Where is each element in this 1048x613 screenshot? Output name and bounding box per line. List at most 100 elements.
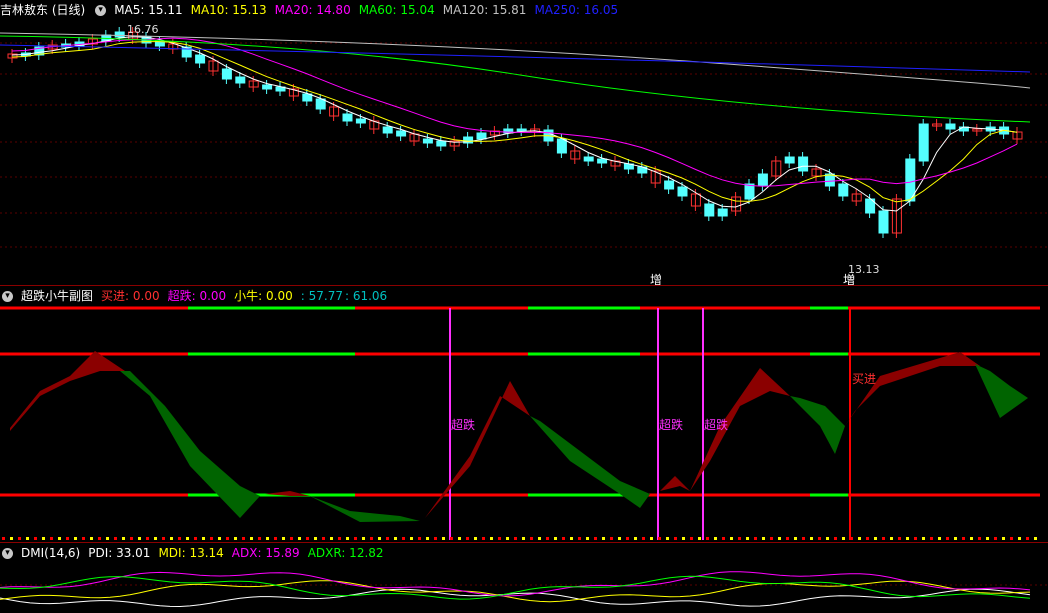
baseline-dot xyxy=(554,537,557,540)
baseline-dot xyxy=(802,537,805,540)
baseline-dot xyxy=(402,537,405,540)
baseline-dot xyxy=(282,537,285,540)
candle-body xyxy=(798,156,809,172)
candle-body xyxy=(221,68,232,80)
baseline-dot xyxy=(114,537,117,540)
baseline-dot xyxy=(2,537,5,540)
baseline-dot xyxy=(154,537,157,540)
baseline-dot xyxy=(874,537,877,540)
baseline-dot xyxy=(706,537,709,540)
signal-label-1: 超跌 xyxy=(451,418,476,432)
baseline-dot xyxy=(98,537,101,540)
baseline-dot xyxy=(418,537,421,540)
baseline-dot xyxy=(738,537,741,540)
price-header: 吉林敖东 (日线) ▾ MA5: 15.11 MA10: 15.13 MA20:… xyxy=(0,2,626,18)
baseline-dot xyxy=(994,537,997,540)
baseline-dot xyxy=(642,537,645,540)
value2-label: : 61.06 xyxy=(344,289,388,303)
baseline-dot xyxy=(74,537,77,540)
baseline-dot xyxy=(826,537,829,540)
baseline-dot xyxy=(618,537,621,540)
baseline-dot xyxy=(194,537,197,540)
baseline-dot xyxy=(746,537,749,540)
baseline-dot xyxy=(794,537,797,540)
osc-band-up xyxy=(10,351,125,431)
baseline-dot xyxy=(122,537,125,540)
baseline-dot xyxy=(258,537,261,540)
oscillator-panel[interactable]: ▾ 超跌小牛副图 买进: 0.00 超跌: 0.00 小牛: 0.00 : 57… xyxy=(0,286,1048,542)
price-panel[interactable]: 吉林敖东 (日线) ▾ MA5: 15.11 MA10: 15.13 MA20:… xyxy=(0,0,1048,287)
adxr-label: ADXR: 12.82 xyxy=(307,546,384,560)
candlestick-chart[interactable] xyxy=(0,0,1048,285)
collapse-icon[interactable]: ▾ xyxy=(2,290,13,302)
osc-band-up xyxy=(425,381,530,518)
candle-body xyxy=(355,118,366,124)
candle-body xyxy=(436,140,447,147)
baseline-dot xyxy=(698,537,701,540)
ma120-label: MA120: 15.81 xyxy=(442,3,527,17)
baseline-dot xyxy=(1002,537,1005,540)
baseline-dot xyxy=(986,537,989,540)
baseline-dot xyxy=(546,537,549,540)
stock-title: 吉林敖东 (日线) xyxy=(0,3,86,17)
baseline-dot xyxy=(498,537,501,540)
candle-body xyxy=(556,138,567,154)
baseline-dot xyxy=(914,537,917,540)
adx-label: ADX: 15.89 xyxy=(231,546,300,560)
dmi-header: ▾ DMI(14,6) PDI: 33.01 MDI: 13.14 ADX: 1… xyxy=(0,545,392,561)
signal-label-2: 超跌 xyxy=(659,418,684,432)
ma20-line xyxy=(11,37,1018,187)
baseline-dot xyxy=(762,537,765,540)
baseline-dot xyxy=(10,537,13,540)
candle-body xyxy=(396,130,407,137)
baseline-dot xyxy=(522,537,525,540)
baseline-dot xyxy=(242,537,245,540)
baseline-dot xyxy=(90,537,93,540)
baseline-dot xyxy=(1034,537,1037,540)
baseline-dot xyxy=(586,537,589,540)
candle-body xyxy=(195,54,206,64)
baseline-dot xyxy=(306,537,309,540)
candle-body xyxy=(757,173,768,187)
baseline-dot xyxy=(482,537,485,540)
dmi-title: DMI(14,6) xyxy=(21,546,81,560)
baseline-dot xyxy=(322,537,325,540)
baseline-dot xyxy=(890,537,893,540)
baseline-dot xyxy=(458,537,461,540)
baseline-dot xyxy=(66,537,69,540)
baseline-dot xyxy=(882,537,885,540)
baseline-dot xyxy=(626,537,629,540)
baseline-dot xyxy=(602,537,605,540)
collapse-icon[interactable]: ▾ xyxy=(95,4,107,16)
candle-body xyxy=(235,76,246,84)
baseline-dot xyxy=(938,537,941,540)
baseline-dot xyxy=(682,537,685,540)
baseline-dot xyxy=(162,537,165,540)
baseline-dot xyxy=(34,537,37,540)
osc-band-down xyxy=(310,496,420,522)
baseline-dot xyxy=(650,537,653,540)
baseline-dot xyxy=(866,537,869,540)
dmi-panel[interactable]: ▾ DMI(14,6) PDI: 33.01 MDI: 13.14 ADX: 1… xyxy=(0,543,1048,613)
baseline-dot xyxy=(410,537,413,540)
candle-body xyxy=(476,132,487,140)
baseline-dot xyxy=(850,537,853,540)
baseline-dot xyxy=(1010,537,1013,540)
baseline-dot xyxy=(170,537,173,540)
candle-body xyxy=(704,203,715,217)
signal-label-4: 买进 xyxy=(852,372,877,386)
baseline-dot xyxy=(314,537,317,540)
oscillator-chart[interactable] xyxy=(0,286,1048,542)
baseline-dot xyxy=(666,537,669,540)
candle-body xyxy=(918,123,929,162)
collapse-icon[interactable]: ▾ xyxy=(2,547,13,559)
ma20-label: MA20: 14.80 xyxy=(274,3,351,17)
mdi-label: MDI: 13.14 xyxy=(158,546,224,560)
baseline-dot xyxy=(978,537,981,540)
baseline-dot xyxy=(298,537,301,540)
candle-body xyxy=(744,183,755,200)
baseline-dot xyxy=(426,537,429,540)
candle-body xyxy=(248,80,259,88)
ma10-label: MA10: 15.13 xyxy=(190,3,267,17)
baseline-dot xyxy=(330,537,333,540)
